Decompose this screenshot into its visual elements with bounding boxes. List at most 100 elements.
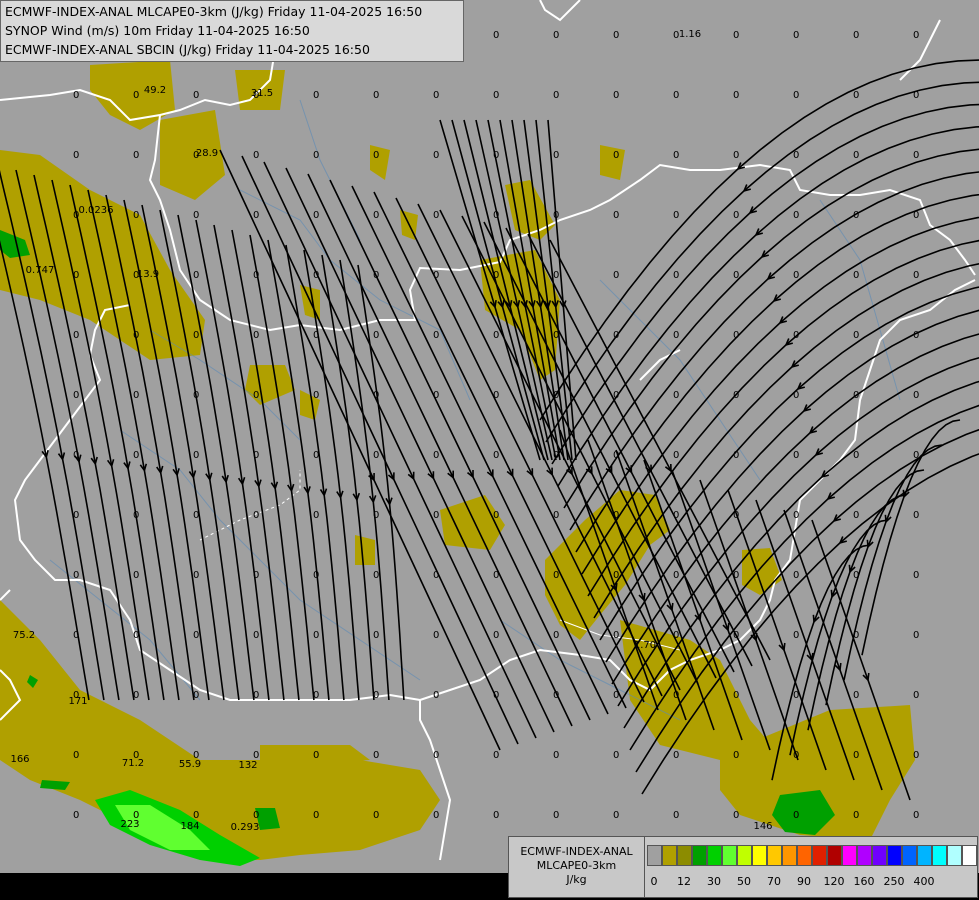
cin-zero-label: 0 <box>313 690 319 701</box>
cin-zero-label: 0 <box>613 450 619 461</box>
cin-zero-label: 0 <box>613 150 619 161</box>
cin-zero-label: 0 <box>733 330 739 341</box>
legend-line-2: MLCAPE0-3km <box>536 859 617 872</box>
cin-zero-label: 0 <box>553 570 559 581</box>
cin-zero-label: 0 <box>253 690 259 701</box>
cin-zero-label: 0 <box>133 150 139 161</box>
cin-zero-label: 0 <box>613 330 619 341</box>
cin-zero-label: 0 <box>313 330 319 341</box>
cin-zero-label: 0 <box>913 630 919 641</box>
title-line-1: ECMWF-INDEX-ANAL MLCAPE0-3km (J/kg) Frid… <box>5 4 423 19</box>
cin-zero-label: 0 <box>913 450 919 461</box>
cin-zero-label: 0 <box>433 330 439 341</box>
cin-zero-label: 0 <box>373 630 379 641</box>
cin-zero-label: 0 <box>313 510 319 521</box>
cin-zero-label: 0 <box>613 690 619 701</box>
legend-tick: 0 <box>650 875 658 888</box>
cin-zero-label: 0 <box>133 330 139 341</box>
legend-swatch <box>797 845 812 866</box>
cin-zero-label: 0 <box>433 810 439 821</box>
cin-zero-label: 0 <box>853 690 859 701</box>
cin-zero-label: 0 <box>133 90 139 101</box>
cin-zero-label: 0 <box>493 450 499 461</box>
cin-zero-label: 0 <box>133 570 139 581</box>
cin-zero-label: 0 <box>733 510 739 521</box>
cin-zero-label: 0 <box>793 810 799 821</box>
cin-zero-label: 0 <box>613 570 619 581</box>
cin-zero-label: 0 <box>493 30 499 41</box>
cin-zero-label: 0 <box>493 390 499 401</box>
legend-tick: 120 <box>823 875 845 888</box>
cin-zero-label: 0 <box>133 390 139 401</box>
cin-zero-label: 0 <box>373 690 379 701</box>
legend-unit: J/kg <box>566 873 587 886</box>
cin-zero-label: 0 <box>133 630 139 641</box>
cin-zero-label: 0 <box>493 570 499 581</box>
legend-swatch <box>962 845 977 866</box>
title-line-2: SYNOP Wind (m/s) 10m Friday 11-04-2025 1… <box>5 23 310 38</box>
cin-value-label: 75.2 <box>13 630 35 641</box>
cin-zero-label: 0 <box>433 450 439 461</box>
legend-swatch <box>887 845 902 866</box>
cin-zero-label: 0 <box>253 330 259 341</box>
cin-zero-label: 0 <box>853 210 859 221</box>
cin-zero-label: 0 <box>913 30 919 41</box>
cin-zero-label: 0 <box>433 90 439 101</box>
cin-zero-label: 0 <box>553 270 559 281</box>
cin-zero-label: 0 <box>793 750 799 761</box>
cape-map: 0 0 0 0 0 0 0 0 0 0 0 0 0 0 0 0 0 0 0 0 0 0 0 0 0 0 0 0 0 0 0 0 0 0 0 0 0 0 0 0… <box>0 0 979 900</box>
legend-tick: 12 <box>677 875 691 888</box>
cin-zero-label: 0 <box>793 90 799 101</box>
cin-zero-label: 0 <box>313 810 319 821</box>
cin-value-label: 49.2 <box>144 85 166 96</box>
cin-zero-label: 0 <box>253 210 259 221</box>
cin-zero-label: 0 <box>313 390 319 401</box>
cin-zero-label: 0 <box>673 270 679 281</box>
cin-zero-label: 0 <box>853 90 859 101</box>
cin-zero-label: 0 <box>613 210 619 221</box>
cin-zero-label: 0 <box>493 150 499 161</box>
legend-swatch <box>767 845 782 866</box>
title-box: ECMWF-INDEX-ANAL MLCAPE0-3km (J/kg) Frid… <box>0 0 464 62</box>
cin-zero-label: 0 <box>733 150 739 161</box>
cin-zero-label: 0 <box>733 750 739 761</box>
cin-zero-label: 0 <box>913 570 919 581</box>
cin-zero-label: 0 <box>193 390 199 401</box>
cin-zero-label: 0 <box>853 390 859 401</box>
cin-zero-label: 0 <box>673 390 679 401</box>
cin-zero-label: 0 <box>253 150 259 161</box>
cin-value-label: 0.293 <box>231 822 260 833</box>
cin-value-label: 1.16 <box>679 29 701 40</box>
legend-swatch <box>752 845 767 866</box>
cin-zero-label: 0 <box>613 390 619 401</box>
cin-zero-label: 0 <box>913 330 919 341</box>
cin-zero-label: 0 <box>433 750 439 761</box>
cin-zero-label: 0 <box>913 390 919 401</box>
cin-zero-label: 0 <box>853 750 859 761</box>
legend-tick: 50 <box>737 875 751 888</box>
legend-swatch <box>737 845 752 866</box>
cin-zero-label: 0 <box>433 690 439 701</box>
cin-zero-label: 0 <box>193 210 199 221</box>
cin-value-label: 55.9 <box>179 759 201 770</box>
cin-zero-label: 0 <box>733 270 739 281</box>
cin-zero-label: 0 <box>433 210 439 221</box>
cin-zero-label: 0 <box>673 330 679 341</box>
cin-zero-label: 0 <box>673 630 679 641</box>
legend-tick: 160 <box>853 875 875 888</box>
cin-zero-label: 0 <box>913 270 919 281</box>
cin-value-label: 146 <box>753 821 772 832</box>
cin-zero-label: 0 <box>193 510 199 521</box>
cin-zero-label: 0 <box>373 570 379 581</box>
cin-zero-label: 0 <box>793 270 799 281</box>
cin-zero-label: 0 <box>553 90 559 101</box>
cin-zero-label: 0 <box>193 630 199 641</box>
cin-value-label: 13.9 <box>137 269 159 280</box>
cin-zero-label: 0 <box>133 450 139 461</box>
cin-zero-label: 0 <box>673 810 679 821</box>
cin-zero-label: 0 <box>313 570 319 581</box>
cin-zero-label: 0 <box>793 630 799 641</box>
cin-zero-label: 0 <box>73 510 79 521</box>
cin-zero-label: 0 <box>553 810 559 821</box>
cin-zero-label: 0 <box>133 510 139 521</box>
